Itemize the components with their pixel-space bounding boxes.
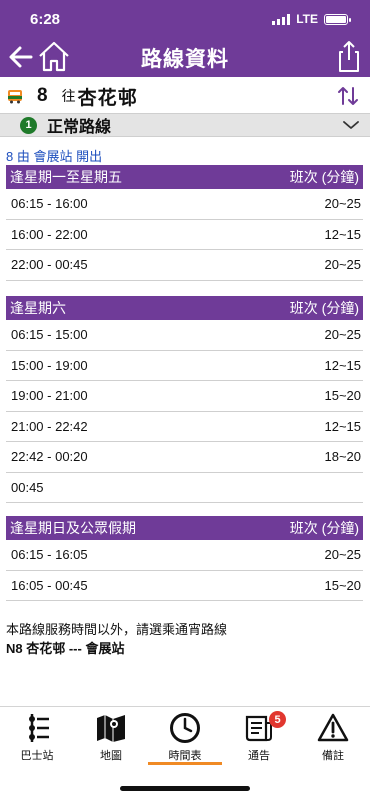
route-header: 8 往 杏花邨 bbox=[0, 80, 370, 112]
tab-timetable[interactable]: 時間表 bbox=[148, 707, 222, 768]
frequency: 12~15 bbox=[324, 357, 361, 373]
bus-stop-icon bbox=[29, 714, 49, 742]
section-header: 逢星期一至星期五 班次 (分鐘) bbox=[6, 165, 363, 189]
timetable-saturday: 逢星期六 班次 (分鐘) 06:15 - 15:00 20~25 15:00 - … bbox=[6, 296, 363, 503]
timetable-sunday-holiday: 逢星期日及公眾假期 班次 (分鐘) 06:15 - 16:05 20~25 16:… bbox=[6, 516, 363, 601]
share-icon[interactable] bbox=[336, 38, 362, 74]
table-row: 15:00 - 19:00 12~15 bbox=[6, 351, 363, 381]
home-indicator bbox=[120, 786, 250, 791]
time-range: 19:00 - 21:00 bbox=[11, 388, 88, 404]
tab-map[interactable]: 地圖 bbox=[74, 707, 148, 768]
frequency: 20~25 bbox=[324, 547, 361, 563]
frequency: 12~15 bbox=[324, 418, 361, 434]
bottom-tab-bar: 巴士站 地圖 時間表 5 通告 備註 bbox=[0, 706, 370, 768]
tab-label: 地圖 bbox=[100, 750, 122, 762]
chevron-down-icon[interactable] bbox=[342, 117, 360, 133]
time-range: 22:42 - 00:20 bbox=[11, 449, 88, 465]
top-header: 6:28 LTE 路線資料 bbox=[0, 0, 370, 77]
table-row: 22:42 - 00:20 18~20 bbox=[6, 442, 363, 473]
section-header: 逢星期六 班次 (分鐘) bbox=[6, 296, 363, 320]
signal-icon bbox=[272, 13, 291, 25]
departure-info: 8 由 會展站 開出 bbox=[6, 149, 103, 164]
frequency: 18~20 bbox=[324, 449, 361, 465]
frequency: 12~15 bbox=[324, 226, 361, 242]
route-variant-number: 1 bbox=[20, 116, 37, 134]
frequency: 20~25 bbox=[324, 327, 361, 343]
table-row: 06:15 - 15:00 20~25 bbox=[6, 320, 363, 351]
table-row: 16:00 - 22:00 12~15 bbox=[6, 220, 363, 250]
time-range: 16:00 - 22:00 bbox=[11, 226, 88, 242]
table-row: 06:15 - 16:05 20~25 bbox=[6, 540, 363, 571]
table-row: 16:05 - 00:45 15~20 bbox=[6, 571, 363, 601]
clock-icon bbox=[170, 713, 200, 743]
route-destination: 杏花邨 bbox=[77, 87, 138, 109]
route-variant-label: 正常路線 bbox=[47, 119, 112, 136]
table-row: 21:00 - 22:42 12~15 bbox=[6, 412, 363, 442]
night-route-info: N8 杏花邨 --- 會展站 bbox=[6, 641, 125, 656]
time-range: 06:15 - 15:00 bbox=[11, 327, 88, 343]
section-title: 逢星期一至星期五 bbox=[10, 169, 122, 185]
frequency: 20~25 bbox=[324, 257, 361, 273]
tab-remarks[interactable]: 備註 bbox=[296, 707, 370, 768]
status-indicators: LTE bbox=[272, 12, 351, 26]
page-title: 路線資料 bbox=[141, 47, 229, 71]
map-icon bbox=[97, 715, 125, 742]
section-title: 逢星期日及公眾假期 bbox=[10, 520, 136, 536]
timetable-weekday: 逢星期一至星期五 班次 (分鐘) 06:15 - 16:00 20~25 16:0… bbox=[6, 165, 363, 281]
warning-icon bbox=[317, 713, 349, 742]
table-row: 00:45 bbox=[6, 473, 363, 503]
time-range: 22:00 - 00:45 bbox=[11, 257, 88, 273]
status-time: 6:28 bbox=[30, 10, 61, 28]
frequency: 20~25 bbox=[324, 196, 361, 212]
frequency: 15~20 bbox=[324, 388, 361, 404]
section-header: 逢星期日及公眾假期 班次 (分鐘) bbox=[6, 516, 363, 540]
section-title: 逢星期六 bbox=[10, 300, 66, 316]
time-range: 06:15 - 16:05 bbox=[11, 547, 88, 563]
table-row: 19:00 - 21:00 15~20 bbox=[6, 381, 363, 412]
table-row: 22:00 - 00:45 20~25 bbox=[6, 250, 363, 281]
frequency: 15~20 bbox=[324, 577, 361, 593]
tab-label: 通告 bbox=[248, 750, 270, 762]
network-label: LTE bbox=[296, 12, 318, 26]
time-range: 15:00 - 19:00 bbox=[11, 357, 88, 373]
battery-icon bbox=[324, 13, 351, 25]
tab-label: 時間表 bbox=[168, 750, 202, 762]
tab-bus-stop[interactable]: 巴士站 bbox=[0, 707, 74, 768]
route-variant-selector[interactable]: 1 正常路線 bbox=[0, 113, 370, 137]
time-range: 16:05 - 00:45 bbox=[11, 577, 88, 593]
time-range: 06:15 - 16:00 bbox=[11, 196, 88, 212]
time-range: 00:45 bbox=[11, 479, 44, 495]
table-row: 06:15 - 16:00 20~25 bbox=[6, 189, 363, 220]
frequency-header: 班次 (分鐘) bbox=[289, 169, 359, 185]
note-line: 本路線服務時間以外，請選乘通宵路線 bbox=[6, 622, 228, 637]
back-arrow-icon[interactable] bbox=[6, 40, 36, 74]
tab-label: 備註 bbox=[322, 750, 344, 762]
swap-direction-icon[interactable] bbox=[336, 84, 360, 108]
notification-badge: 5 bbox=[269, 711, 286, 728]
frequency-header: 班次 (分鐘) bbox=[289, 300, 359, 316]
status-bar: 6:28 LTE bbox=[0, 0, 370, 38]
tab-label: 巴士站 bbox=[20, 750, 54, 762]
bus-icon bbox=[8, 90, 22, 104]
tab-notices[interactable]: 5 通告 bbox=[222, 707, 296, 768]
active-tab-indicator bbox=[148, 762, 222, 765]
time-range: 21:00 - 22:42 bbox=[11, 418, 88, 434]
frequency-header: 班次 (分鐘) bbox=[289, 520, 359, 536]
nav-bar: 路線資料 bbox=[0, 38, 370, 77]
service-note: 本路線服務時間以外，請選乘通宵路線 N8 杏花邨 --- 會展站 bbox=[6, 620, 227, 658]
towards-label: 往 bbox=[61, 88, 76, 104]
route-number: 8 bbox=[37, 85, 48, 106]
home-icon[interactable] bbox=[36, 38, 72, 74]
